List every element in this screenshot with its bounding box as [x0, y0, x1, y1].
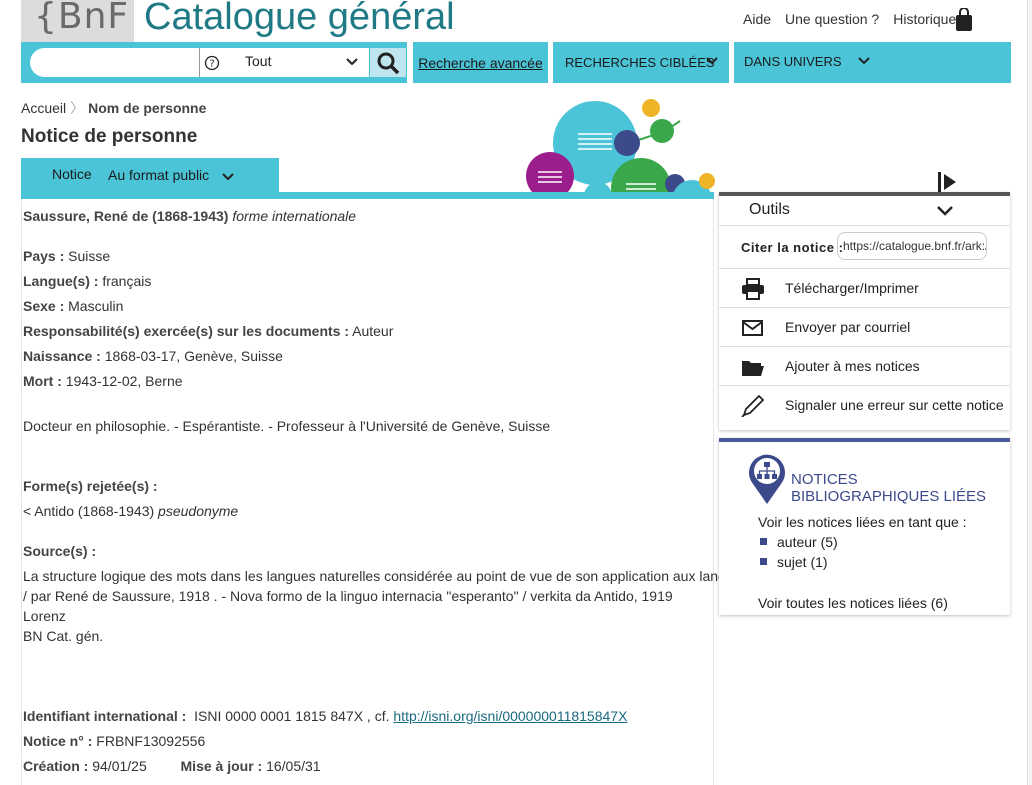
cite-url-field[interactable]: https://catalogue.bnf.fr/ark:/	[837, 232, 987, 260]
targeted-search-label: RECHERCHES CIBLÉES	[565, 55, 715, 70]
field-sex: Sexe : Masculin	[23, 298, 124, 314]
site-title[interactable]: Catalogue général	[144, 0, 455, 39]
universes-menu[interactable]: DANS UNIVERS	[734, 42, 1011, 83]
sources-label: Source(s) :	[23, 543, 97, 559]
notice-tab-label: Notice	[52, 166, 92, 182]
top-links: Aide Une question ? Historique	[743, 11, 956, 27]
tools-title: Outils	[749, 201, 790, 218]
record-heading: Saussure, René de (1868-1943) forme inte…	[23, 208, 356, 224]
tab-underline	[21, 192, 714, 199]
report-error-button[interactable]: Signaler une erreur sur cette notice	[719, 386, 1010, 425]
rejected-forms-label: Forme(s) rejetée(s) :	[23, 478, 158, 494]
targeted-search-menu[interactable]: RECHERCHES CIBLÉES	[553, 42, 729, 83]
tool-label: Envoyer par courriel	[785, 319, 911, 335]
linked-as-subject-link[interactable]: sujet (1)	[760, 554, 828, 570]
decorative-bubbles-illustration	[526, 99, 715, 194]
tool-label: Signaler une erreur sur cette notice	[785, 397, 1004, 413]
tools-header[interactable]: Outils	[719, 196, 1010, 226]
scope-select[interactable]: Tout	[223, 48, 369, 77]
record-dates: Création : 94/01/25 Mise à jour : 16/05/…	[23, 758, 321, 774]
sources-line: BN Cat. gén.	[23, 628, 104, 644]
linked-notices-panel: NOTICES BIBLIOGRAPHIQUES LIÉES Voir les …	[719, 438, 1010, 615]
scope-value: Tout	[245, 53, 272, 69]
page-title: Notice de personne	[21, 126, 198, 147]
envelope-icon	[742, 320, 763, 336]
add-to-my-notices-button[interactable]: Ajouter à mes notices	[719, 347, 1010, 386]
linked-records-icon	[749, 454, 785, 504]
folder-icon	[742, 361, 764, 376]
question-link[interactable]: Une question ?	[785, 11, 879, 27]
cite-label: Citer la notice :	[741, 240, 844, 255]
printer-icon	[742, 278, 764, 300]
field-death: Mort : 1943-12-02, Berne	[23, 373, 183, 389]
page-scrollbar[interactable]	[1027, 0, 1032, 785]
chevron-down-icon	[706, 57, 718, 65]
help-link[interactable]: Aide	[743, 11, 771, 27]
all-linked-notices-link[interactable]: Voir toutes les notices liées (6)	[758, 595, 948, 611]
send-email-button[interactable]: Envoyer par courriel	[719, 308, 1010, 347]
sources-line: / par René de Saussure, 1918 . - Nova fo…	[23, 588, 673, 604]
breadcrumb-current: Nom de personne	[88, 100, 207, 116]
shopping-bag-icon[interactable]	[955, 8, 973, 32]
tools-panel: Outils Citer la notice : https://catalog…	[719, 192, 1010, 430]
linked-notices-intro: Voir les notices liées en tant que :	[758, 514, 967, 530]
chevron-down-icon	[937, 206, 953, 216]
chevron-down-icon	[858, 57, 870, 65]
svg-text:?: ?	[209, 58, 214, 69]
record-name-form: forme internationale	[232, 208, 357, 224]
collapse-panel-icon[interactable]	[938, 172, 958, 192]
field-country: Pays : Suisse	[23, 248, 111, 264]
international-id: Identifiant international : ISNI 0000 00…	[23, 708, 628, 724]
download-print-button[interactable]: Télécharger/Imprimer	[719, 269, 1010, 308]
logo-text: {BnF	[34, 0, 130, 37]
sources-line: La structure logique des mots dans les l…	[23, 568, 818, 584]
linked-notices-title: NOTICES BIBLIOGRAPHIQUES LIÉES	[791, 471, 987, 505]
advanced-search-link[interactable]: Recherche avancée	[413, 42, 548, 83]
cite-notice: Citer la notice : https://catalogue.bnf.…	[719, 226, 1010, 269]
chevron-down-icon	[346, 58, 358, 66]
field-birth: Naissance : 1868-03-17, Genève, Suisse	[23, 348, 283, 364]
chevron-down-icon	[222, 173, 234, 181]
history-link[interactable]: Historique	[893, 11, 956, 27]
notice-format-tab[interactable]: Notice Au format public	[21, 158, 279, 193]
breadcrumb-home[interactable]: Accueil	[21, 100, 66, 116]
linked-as-author-link[interactable]: auteur (5)	[760, 534, 838, 550]
field-language: Langue(s) : français	[23, 273, 152, 289]
universes-label: DANS UNIVERS	[744, 54, 842, 69]
search-button[interactable]	[370, 48, 406, 77]
search-icon	[377, 52, 400, 74]
question-circle-icon[interactable]: ?	[199, 48, 223, 77]
notice-format-value: Au format public	[108, 167, 210, 183]
search-bar: ? Tout	[21, 42, 407, 83]
record-note: Docteur en philosophie. - Espérantiste. …	[23, 418, 551, 434]
tool-label: Ajouter à mes notices	[785, 358, 920, 374]
pencil-icon	[741, 395, 765, 417]
rejected-form: < Antido (1868-1943) pseudonyme	[23, 503, 239, 519]
tool-label: Télécharger/Imprimer	[785, 280, 919, 296]
breadcrumb: Accueil 〉 Nom de personne	[21, 100, 207, 116]
isni-link[interactable]: http://isni.org/isni/000000011815847X	[393, 708, 627, 724]
notice-number: Notice n° : FRBNF13092556	[23, 733, 206, 749]
search-input[interactable]	[30, 48, 200, 77]
field-responsibility: Responsabilité(s) exercée(s) sur les doc…	[23, 323, 394, 339]
sources-line: Lorenz	[23, 608, 66, 624]
record-content: Saussure, René de (1868-1943) forme inte…	[21, 199, 818, 785]
record-name: Saussure, René de (1868-1943)	[23, 208, 229, 224]
